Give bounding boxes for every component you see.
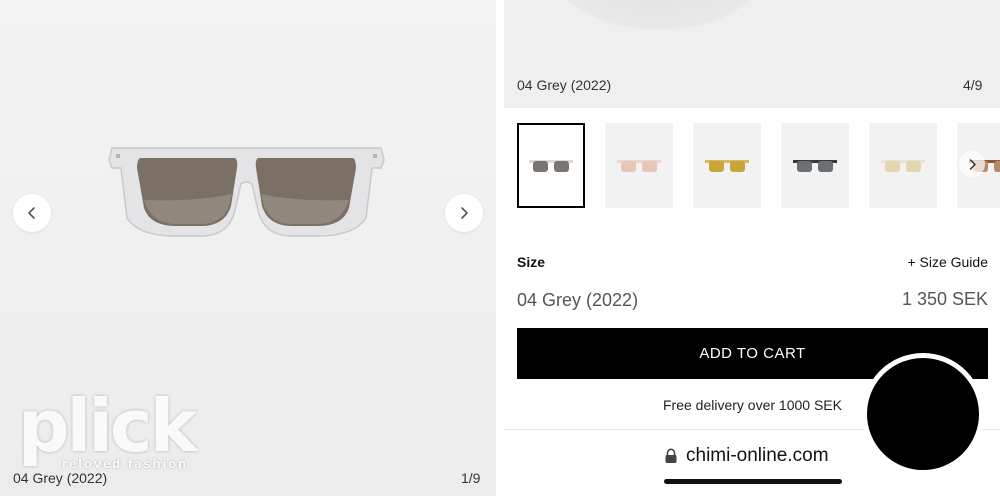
thumbnail-pink[interactable] <box>605 123 673 208</box>
thumbnail-glasses-image <box>529 159 573 172</box>
next-image-button[interactable] <box>445 194 483 232</box>
product-image-panel: plick reloved fashion 04 Grey (2022) 1/9 <box>0 0 496 496</box>
thumbnail-cream[interactable] <box>869 123 937 208</box>
thumbnail-glasses-image <box>617 159 661 172</box>
size-label: Size <box>517 254 546 270</box>
hero-caption: 04 Grey (2022) <box>517 77 612 93</box>
chevron-left-icon <box>28 207 35 219</box>
thumbnail-black[interactable] <box>781 123 849 208</box>
thumbnail-glasses-image <box>793 159 837 172</box>
product-detail-panel: 04 Grey (2022) 4/9 Size + Size Guide 04 … <box>504 0 1000 496</box>
selected-variant[interactable]: 04 Grey (2022) <box>517 290 638 311</box>
chevron-right-icon <box>461 207 468 219</box>
floating-circle-button[interactable] <box>862 353 984 475</box>
hero-lens-shape <box>544 0 774 30</box>
panel-divider <box>496 0 504 496</box>
watermark-word: plick <box>18 384 197 468</box>
url-bar[interactable]: chimi-online.com <box>664 444 829 468</box>
home-indicator[interactable] <box>664 479 842 484</box>
price: 1 350 SEK <box>901 289 988 309</box>
previous-image-button[interactable] <box>13 194 51 232</box>
lock-icon <box>665 448 677 463</box>
watermark-tagline: reloved fashion <box>62 456 189 471</box>
image-caption: 04 Grey (2022) <box>13 470 108 486</box>
image-counter: 1/9 <box>461 470 481 486</box>
size-guide-link[interactable]: + Size Guide <box>907 254 988 270</box>
hero-image[interactable]: 04 Grey (2022) 4/9 <box>504 0 1000 108</box>
thumbnail-glasses-image <box>705 159 749 172</box>
thumbnail-glasses-image <box>881 159 925 172</box>
url-text: chimi-online.com <box>686 445 829 466</box>
chevron-right-icon <box>969 158 976 170</box>
thumbnail-next-button[interactable] <box>959 151 985 177</box>
thumbnail-strip <box>517 123 1000 209</box>
sunglasses-image <box>108 147 385 237</box>
hero-counter: 4/9 <box>963 77 983 93</box>
thumbnail-grey[interactable] <box>517 123 585 208</box>
thumbnail-yellow[interactable] <box>693 123 761 208</box>
plick-watermark-logo: plick reloved fashion <box>18 384 197 478</box>
